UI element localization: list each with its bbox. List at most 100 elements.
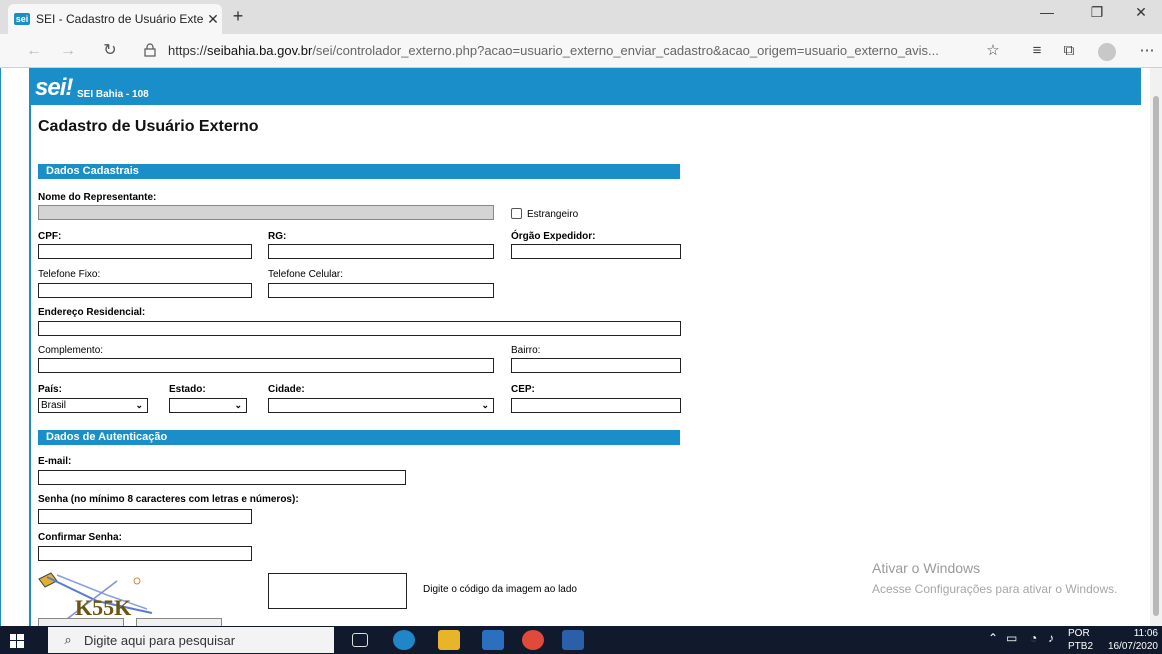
sei-header-bar: sei! SEI Bahia - 108 [29,68,1141,105]
input-language[interactable]: POR PTB2 [1068,627,1093,653]
maximize-button[interactable]: ❐ [1074,4,1120,21]
sei-subtitle: SEI Bahia - 108 [77,89,149,100]
email-input[interactable] [38,470,406,485]
cidade-select[interactable]: ⌄ [268,398,494,413]
more-options-icon[interactable]: ⋯ [1136,41,1158,61]
taskbar-search[interactable]: ⌕ Digite aqui para pesquisar [48,627,334,653]
label-endereco: Endereço Residencial: [38,307,146,318]
profile-avatar[interactable] [1098,43,1116,61]
pais-select[interactable]: Brasil ⌄ [38,398,148,413]
wifi-icon[interactable]: ◔ [1030,631,1037,645]
back-arrow-icon[interactable]: ← [22,41,46,61]
page-scrollbar[interactable] [1150,68,1162,626]
refresh-icon[interactable]: ↻ [98,41,122,61]
label-cpf: CPF: [38,231,62,242]
label-nome-representante: Nome do Representante: [38,192,157,203]
chevron-down-icon: ⌄ [135,400,143,410]
browser-tab-bar: sei SEI - Cadastro de Usuário Externo ✕ … [0,0,1162,34]
tab-title: SEI - Cadastro de Usuário Externo [36,12,204,26]
activation-watermark-title: Ativar o Windows [872,560,981,576]
taskbar-clock[interactable]: 11:06 16/07/2020 [1098,627,1158,653]
chrome-icon[interactable] [522,630,544,650]
minimize-button[interactable]: — [1024,4,1070,20]
captcha-image: K55K [38,572,153,620]
url-field[interactable]: https://seibahia.ba.gov.br/sei/controlad… [168,43,939,58]
label-bairro: Bairro: [511,345,541,356]
tray-chevron-icon[interactable]: ⌃ [988,631,998,645]
left-border [29,105,31,626]
activation-watermark-text: Acesse Configurações para ativar o Windo… [872,582,1118,596]
collections-icon[interactable]: ⧉ [1058,41,1080,61]
label-cidade: Cidade: [268,384,305,395]
word-icon[interactable] [562,630,584,650]
address-bar-row: ← → ↻ https://seibahia.ba.gov.br/sei/con… [0,34,1162,68]
search-placeholder: Digite aqui para pesquisar [84,632,236,648]
label-estrangeiro: Estrangeiro [527,209,579,220]
label-complemento: Complemento: [38,345,104,356]
clock-time: 11:06 [1133,628,1158,639]
language-code: POR [1068,628,1090,639]
estado-select[interactable]: ⌄ [169,398,247,413]
telefone-celular-input[interactable] [268,283,494,298]
windows-taskbar: ⌕ Digite aqui para pesquisar ⌃ ▭ ◔ ♪ POR… [0,626,1162,654]
pais-selected-value: Brasil [41,400,67,411]
network-icon[interactable]: ▭ [1006,631,1017,645]
label-orgao-expedidor: Órgão Expedidor: [511,231,596,242]
section-dados-autenticacao: Dados de Autenticação [38,430,680,445]
clock-date: 16/07/2020 [1107,641,1158,652]
url-prefix: https:// [168,43,208,58]
keyboard-layout: PTB2 [1068,641,1094,652]
label-telefone-fixo: Telefone Fixo: [38,269,101,280]
store-icon[interactable] [482,630,504,650]
volume-icon[interactable]: ♪ [1048,631,1054,645]
confirmar-senha-input[interactable] [38,546,252,561]
favorites-list-icon[interactable]: ≡ [1026,41,1048,61]
close-window-button[interactable]: ✕ [1118,4,1162,21]
cpf-input[interactable] [38,244,252,259]
url-host: seibahia.ba.gov.br [207,43,313,58]
new-tab-button[interactable]: + [226,6,250,27]
page-title: Cadastro de Usuário Externo [38,118,259,135]
rg-input[interactable] [268,244,494,259]
cep-input[interactable] [511,398,681,413]
confirm-button-partial[interactable] [38,618,124,626]
url-path: /sei/controlador_externo.php?acao=usuari… [312,43,939,58]
label-confirmar-senha: Confirmar Senha: [38,532,122,543]
estrangeiro-checkbox[interactable] [511,208,522,219]
telefone-fixo-input[interactable] [38,283,252,298]
chevron-down-icon: ⌄ [481,400,489,410]
complemento-input[interactable] [38,358,494,373]
search-icon: ⌕ [64,632,72,647]
captcha-input[interactable] [268,573,407,609]
back-button-partial[interactable] [136,618,222,626]
favorite-star-icon[interactable]: ☆ [982,41,1004,61]
forward-arrow-icon[interactable]: → [56,41,80,61]
nome-representante-input[interactable] [38,205,494,220]
page-content: sei! SEI Bahia - 108 Cadastro de Usuário… [0,68,1150,626]
task-view-icon[interactable] [352,633,368,647]
file-explorer-icon[interactable] [438,630,460,650]
label-rg: RG: [268,231,287,242]
sei-favicon-icon: sei [14,13,30,25]
endereco-input[interactable] [38,321,681,336]
label-cep: CEP: [511,384,535,395]
orgao-expedidor-input[interactable] [511,244,681,259]
scrollbar-thumb[interactable] [1153,96,1159,616]
captcha-hint: Digite o código da imagem ao lado [423,584,577,595]
sei-logo: sei! [35,74,73,101]
label-pais: País: [38,384,62,395]
tab-close-icon[interactable]: ✕ [204,11,222,28]
captcha-code-text: K55K [75,595,131,620]
windows-start-icon[interactable] [10,634,24,648]
senha-input[interactable] [38,509,252,524]
bairro-input[interactable] [511,358,681,373]
label-telefone-celular: Telefone Celular: [268,269,344,280]
label-estado: Estado: [169,384,206,395]
label-senha: Senha (no mínimo 8 caracteres com letras… [38,494,299,505]
lock-icon [144,43,156,57]
label-email: E-mail: [38,456,72,467]
browser-tab[interactable]: sei SEI - Cadastro de Usuário Externo ✕ [8,4,222,34]
edge-browser-icon[interactable] [393,630,415,650]
section-dados-cadastrais: Dados Cadastrais [38,164,680,179]
chevron-down-icon: ⌄ [234,400,242,410]
